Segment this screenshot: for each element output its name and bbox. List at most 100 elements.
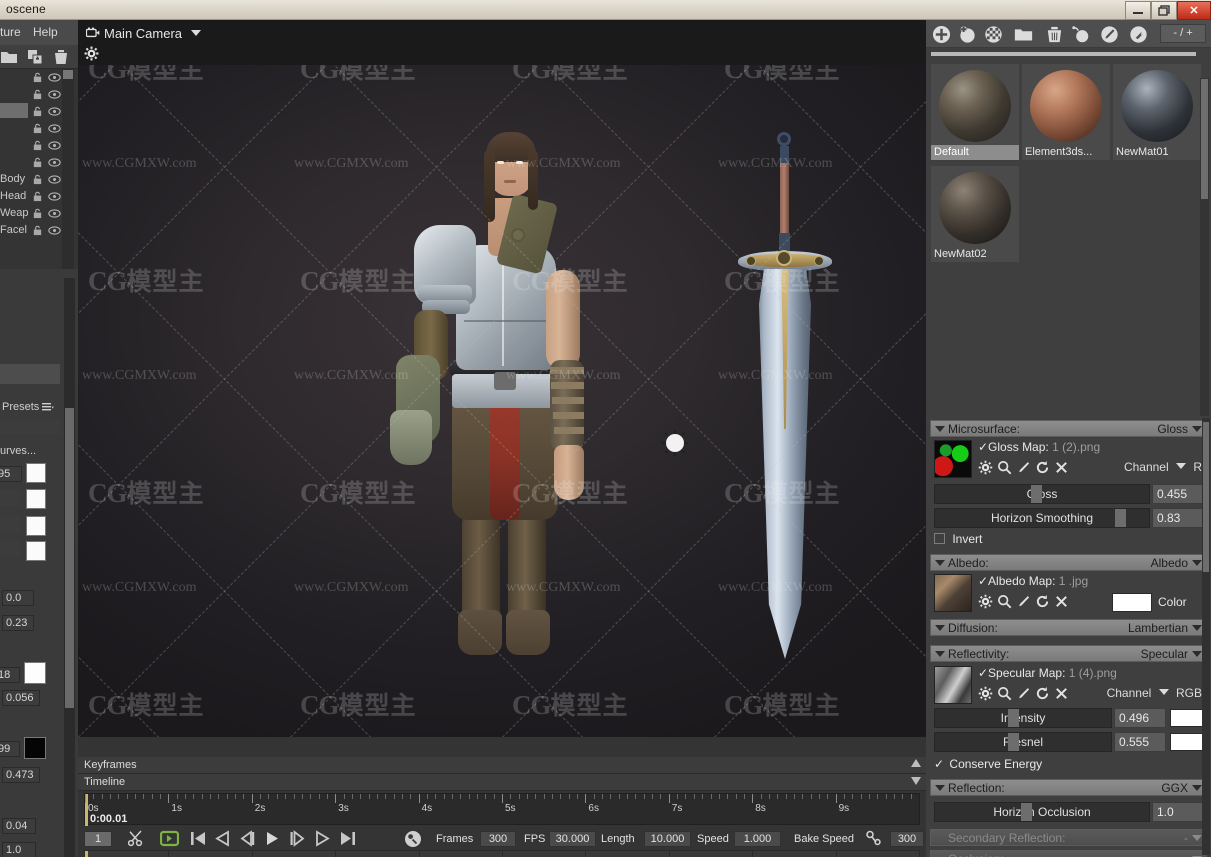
reload-icon[interactable] <box>1035 594 1050 609</box>
material-item-default[interactable]: Default <box>931 64 1019 160</box>
skip-end-icon[interactable] <box>339 830 356 847</box>
gear-icon[interactable] <box>978 460 993 475</box>
horizon-occlusion-value[interactable]: 1.0 <box>1152 802 1204 822</box>
eye-icon[interactable] <box>48 90 61 99</box>
scrollbar-thumb[interactable] <box>65 408 74 708</box>
close-icon[interactable] <box>1054 686 1069 701</box>
gear-icon[interactable] <box>978 594 993 609</box>
keyframes-row[interactable]: Keyframes <box>78 757 926 774</box>
color-swatch[interactable] <box>26 489 46 509</box>
material-item-newmat02[interactable]: NewMat02 <box>931 166 1019 262</box>
color-swatch[interactable] <box>26 463 46 483</box>
gloss-map-label[interactable]: ✓Gloss Map: 1 (2).png <box>978 440 1100 454</box>
step-back-icon[interactable] <box>214 830 231 847</box>
chevron-down-icon[interactable] <box>1192 651 1202 657</box>
gloss-slider[interactable]: Gloss <box>934 484 1150 504</box>
chevron-down-icon[interactable] <box>1192 785 1202 791</box>
section-reflectivity[interactable]: Reflectivity: Specular <box>930 645 1207 662</box>
lock-icon[interactable] <box>32 123 43 134</box>
slider-knob[interactable] <box>1031 485 1042 503</box>
specular-map-label[interactable]: ✓Specular Map: 1 (4).png <box>978 666 1117 680</box>
folder-icon[interactable] <box>1014 25 1033 44</box>
slider-knob[interactable] <box>1021 803 1032 821</box>
select-icon[interactable] <box>1129 25 1148 44</box>
library-scrollbar[interactable] <box>1200 78 1209 433</box>
play-icon[interactable] <box>264 830 281 847</box>
slider-knob[interactable] <box>1008 733 1019 751</box>
chevron-down-icon[interactable] <box>1192 835 1202 841</box>
close-icon[interactable] <box>1054 460 1069 475</box>
material-item-element3ds[interactable]: Element3ds... <box>1022 64 1110 160</box>
invert-checkbox[interactable]: Invert <box>934 532 982 546</box>
gear-icon[interactable] <box>978 686 993 701</box>
transform-gizmo[interactable] <box>662 430 688 456</box>
slider-knob[interactable] <box>1115 509 1126 527</box>
chevron-down-icon[interactable] <box>1158 689 1169 695</box>
add-sphere-icon[interactable] <box>958 25 977 44</box>
chevron-down-icon[interactable] <box>935 560 945 566</box>
minimize-button[interactable] <box>1125 1 1151 20</box>
collapse-up-icon[interactable] <box>910 758 922 769</box>
timeline-track[interactable] <box>84 850 920 857</box>
chevron-down-icon[interactable] <box>935 625 945 631</box>
speed-input[interactable]: 1.000 <box>734 831 781 847</box>
key-icon[interactable] <box>404 830 422 848</box>
intensity-color-swatch[interactable] <box>1170 709 1204 727</box>
scrollbar-thumb[interactable] <box>1203 422 1209 572</box>
lock-icon[interactable] <box>32 208 43 219</box>
color-swatch[interactable] <box>26 516 46 536</box>
chevron-down-icon[interactable] <box>1192 560 1202 566</box>
scissors-icon[interactable] <box>128 830 145 847</box>
eye-icon[interactable] <box>48 209 61 218</box>
chevron-down-icon[interactable] <box>935 651 945 657</box>
left-field[interactable]: 99 <box>0 741 20 757</box>
eye-icon[interactable] <box>48 124 61 133</box>
reload-icon[interactable] <box>1035 686 1050 701</box>
reload-icon[interactable] <box>1035 460 1050 475</box>
scrollbar-thumb[interactable] <box>63 70 73 79</box>
skip-start-icon[interactable] <box>190 830 207 847</box>
albedo-map-label[interactable]: ✓Albedo Map: 1 .jpg <box>978 574 1088 588</box>
intensity-value[interactable]: 0.496 <box>1114 708 1166 728</box>
left-panel-scrollbar[interactable] <box>64 278 75 857</box>
fresnel-value[interactable]: 0.555 <box>1114 732 1166 752</box>
track-playhead[interactable] <box>85 851 88 857</box>
chevron-down-icon[interactable] <box>935 785 945 791</box>
color-swatch[interactable] <box>24 662 46 684</box>
camera-selector[interactable]: Main Camera <box>86 26 201 41</box>
section-occlusion[interactable]: Occlusion: - <box>930 850 1207 857</box>
eyedropper-icon[interactable] <box>1016 460 1031 475</box>
time-ruler[interactable]: 0:00.01 0s 1s 2s 3s 4s 5s 6s 7s 8s 9s <box>84 793 920 826</box>
horizon-smoothing-value[interactable]: 0.83 <box>1152 508 1204 528</box>
material-library[interactable]: Default Element3ds... NewMat01 NewMat02 <box>926 48 1211 433</box>
specular-map-thumbnail[interactable] <box>934 666 972 704</box>
presets-label[interactable]: Presets <box>2 401 39 413</box>
left-field[interactable]: 18 <box>0 667 20 683</box>
horizon-smoothing-slider[interactable]: Horizon Smoothing <box>934 508 1150 528</box>
eye-icon[interactable] <box>48 107 61 116</box>
lock-icon[interactable] <box>32 174 43 185</box>
search-icon[interactable] <box>997 594 1012 609</box>
next-frame-icon[interactable] <box>289 830 306 847</box>
left-field[interactable]: 1.0 <box>2 842 36 857</box>
properties-scrollbar[interactable] <box>1202 418 1210 855</box>
color-swatch[interactable] <box>26 541 46 561</box>
gloss-value[interactable]: 0.455 <box>1152 484 1204 504</box>
section-albedo[interactable]: Albedo: Albedo <box>930 554 1207 571</box>
slider-knob[interactable] <box>1008 709 1019 727</box>
scrollbar-thumb[interactable] <box>1201 79 1208 199</box>
search-icon[interactable] <box>997 460 1012 475</box>
material-counter[interactable]: - / + <box>1160 24 1206 43</box>
lock-icon[interactable] <box>32 89 43 100</box>
library-top-scrollbar[interactable] <box>931 52 1196 56</box>
add-icon[interactable] <box>932 25 951 44</box>
section-diffusion[interactable]: Diffusion: Lambertian <box>930 619 1207 636</box>
duplicate-icon[interactable] <box>26 48 44 66</box>
trash-icon[interactable] <box>1045 25 1064 44</box>
link-value-input[interactable]: 300 <box>890 831 924 847</box>
horizon-occlusion-slider[interactable]: Horizon Occlusion <box>934 802 1150 822</box>
conserve-energy-checkbox[interactable]: ✓ Conserve Energy <box>934 757 1042 771</box>
curves-label[interactable]: urves... <box>0 445 36 457</box>
fps-input[interactable]: 30.000 <box>549 831 596 847</box>
hamburger-icon[interactable] <box>42 403 54 413</box>
